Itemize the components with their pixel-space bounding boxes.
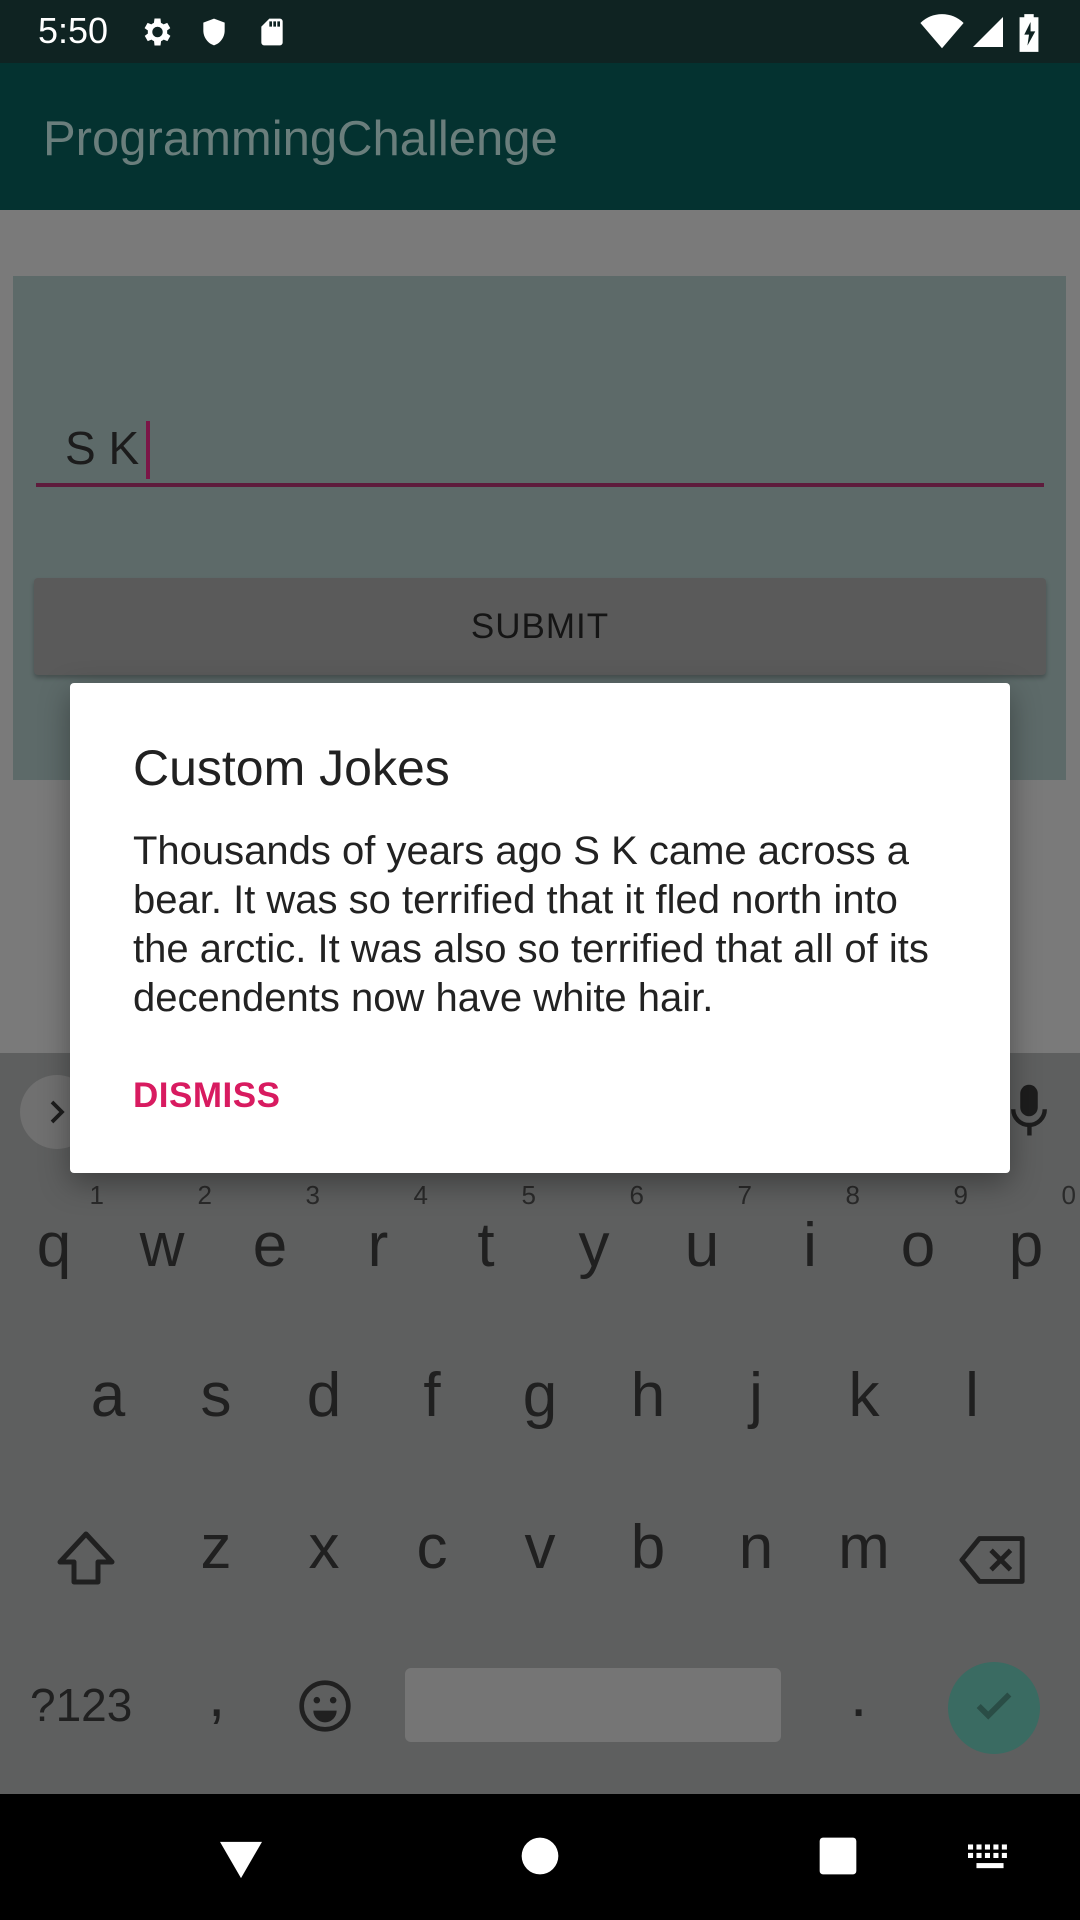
key-hint: 8 [845, 1180, 860, 1210]
emoji-icon[interactable] [297, 1678, 353, 1739]
battery-charging-icon [1018, 14, 1040, 57]
key-n[interactable]: n [702, 1512, 810, 1583]
microphone-icon[interactable] [1008, 1083, 1050, 1144]
key-hint: 6 [629, 1180, 644, 1210]
key-j[interactable]: j [702, 1360, 810, 1431]
text-cursor [146, 421, 150, 479]
key-l[interactable]: l [918, 1360, 1026, 1431]
key-hint: 0 [1061, 1180, 1076, 1210]
custom-jokes-dialog: Custom Jokes Thousands of years ago S K … [70, 683, 1010, 1173]
key-x[interactable]: x [270, 1512, 378, 1583]
submit-button[interactable]: SUBMIT [34, 578, 1046, 675]
key-f[interactable]: f [378, 1360, 486, 1431]
shift-icon[interactable] [54, 1528, 118, 1593]
dialog-message: Thousands of years ago S K came across a… [133, 829, 929, 1020]
key-k[interactable]: k [810, 1360, 918, 1431]
check-icon [971, 1683, 1017, 1734]
gear-icon [138, 14, 174, 55]
key-t[interactable]: t5 [432, 1180, 540, 1281]
key-h[interactable]: h [594, 1360, 702, 1431]
key-p[interactable]: p0 [972, 1180, 1080, 1281]
key-d[interactable]: d [270, 1360, 378, 1431]
name-input[interactable]: S K [36, 413, 1044, 487]
key-hint: 4 [413, 1180, 428, 1210]
key-o[interactable]: o9 [864, 1180, 972, 1281]
symbols-key[interactable]: ?123 [30, 1678, 132, 1732]
key-r[interactable]: r4 [324, 1180, 432, 1281]
wifi-icon [920, 14, 964, 55]
space-key[interactable] [405, 1668, 781, 1742]
app-bar: ProgrammingChallenge [0, 63, 1080, 210]
dialog-title: Custom Jokes [133, 740, 450, 796]
shield-icon [198, 14, 230, 55]
period-key[interactable]: . [850, 1660, 867, 1731]
dismiss-button[interactable]: DISMISS [133, 1076, 280, 1116]
keyboard: q1w2e3r4t5y6u7i8o9p0 asdfghjkl zxcvbnm ?… [0, 1170, 1080, 1794]
key-v[interactable]: v [486, 1512, 594, 1583]
name-input-value: S K [65, 422, 140, 474]
key-u[interactable]: u7 [648, 1180, 756, 1281]
key-z[interactable]: z [162, 1512, 270, 1583]
key-hint: 1 [89, 1180, 104, 1210]
home-icon[interactable] [520, 1836, 560, 1881]
key-a[interactable]: a [54, 1360, 162, 1431]
navigation-bar [0, 1794, 1080, 1920]
key-s[interactable]: s [162, 1360, 270, 1431]
back-icon[interactable] [218, 1838, 264, 1885]
status-bar: 5:50 [0, 0, 1080, 63]
key-hint: 5 [521, 1180, 536, 1210]
key-hint: 9 [953, 1180, 968, 1210]
comma-key[interactable]: , [208, 1660, 225, 1731]
status-time: 5:50 [38, 10, 109, 51]
key-b[interactable]: b [594, 1512, 702, 1583]
app-title: ProgrammingChallenge [43, 112, 558, 166]
key-m[interactable]: m [810, 1512, 918, 1583]
key-e[interactable]: e3 [216, 1180, 324, 1281]
key-q[interactable]: q1 [0, 1180, 108, 1281]
recents-icon[interactable] [818, 1836, 858, 1881]
key-i[interactable]: i8 [756, 1180, 864, 1281]
sd-card-icon [256, 14, 288, 55]
keyboard-switch-icon[interactable] [968, 1844, 1012, 1877]
key-hint: 2 [197, 1180, 212, 1210]
key-w[interactable]: w2 [108, 1180, 216, 1281]
key-c[interactable]: c [378, 1512, 486, 1583]
backspace-icon[interactable] [958, 1534, 1028, 1591]
key-g[interactable]: g [486, 1360, 594, 1431]
enter-key[interactable] [948, 1662, 1040, 1754]
key-hint: 7 [737, 1180, 752, 1210]
key-hint: 3 [305, 1180, 320, 1210]
key-y[interactable]: y6 [540, 1180, 648, 1281]
signal-icon [970, 14, 1006, 55]
